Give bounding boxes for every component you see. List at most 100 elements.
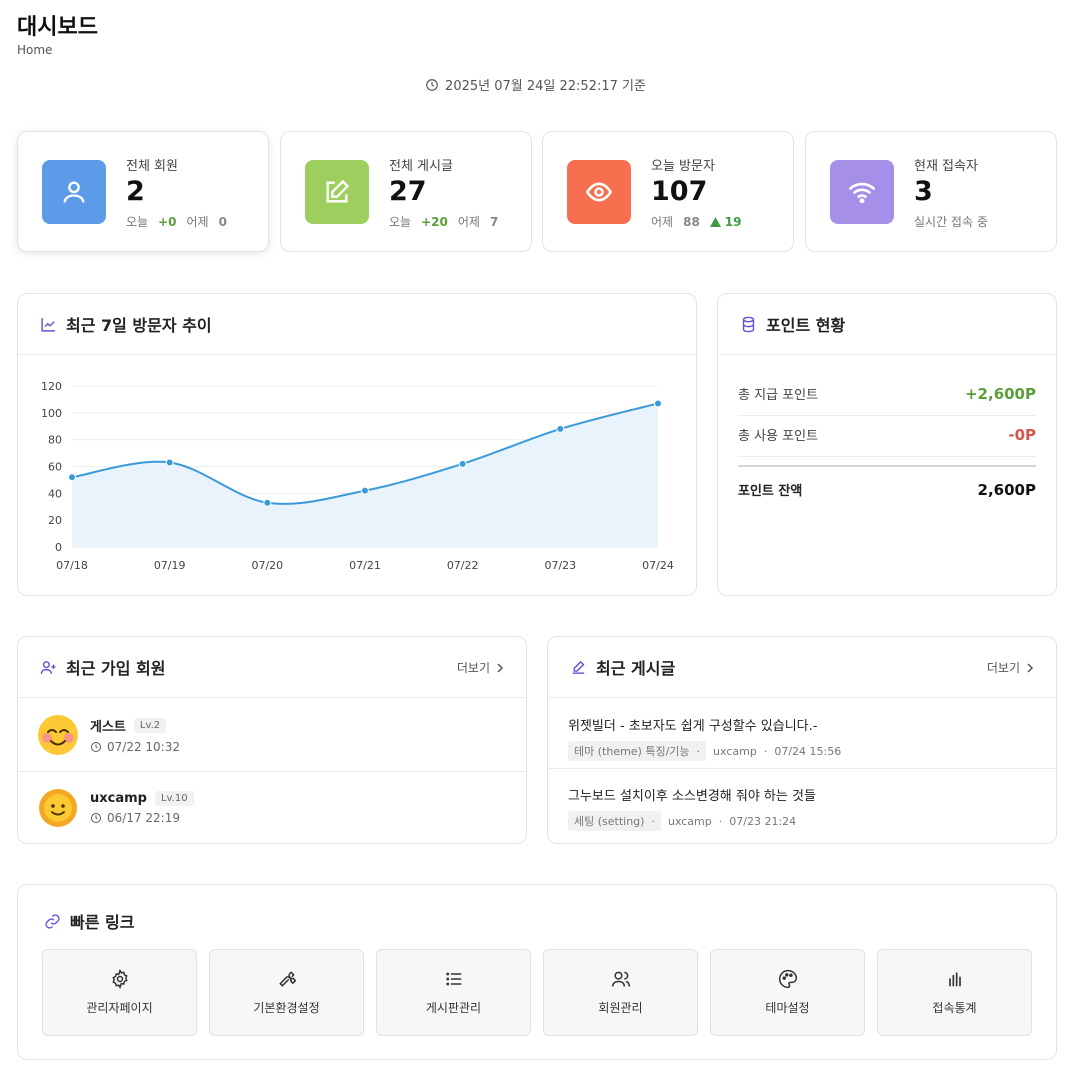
quick-links-header: 빠른 링크 [44,909,134,933]
points-label: 총 사용 포인트 [738,429,819,444]
stat-value: 3 [914,176,933,207]
member-date-text: 07/22 10:32 [107,740,180,754]
stat-label: 오늘 방문자 [651,159,715,174]
stat-sub-label: 오늘 [389,215,412,229]
points-panel: 포인트 현황 총 지급 포인트 +2,600P 총 사용 포인트 -0P 포인트… [717,293,1057,596]
level-badge: Lv.10 [154,791,194,806]
eye-icon [567,160,631,224]
points-value: +2,600P [964,384,1036,403]
stat-sub-value: 0 [218,214,227,229]
data-point [263,498,272,507]
recent-members-panel: 최근 가입 회원 더보기 게스트 Lv.2 07/22 10:32 uxcamp [17,636,527,844]
quick-link-theme[interactable]: 테마설정 [710,949,865,1036]
breadcrumb[interactable]: Home [17,43,52,57]
divider [548,768,1056,769]
post-category: 테마 (theme) 특징/기능 · [568,741,707,761]
meta-separator: · [718,814,723,828]
users-icon [611,971,630,987]
quick-link-admin[interactable]: 관리자페이지 [42,949,197,1036]
quick-link-label: 회원관리 [598,1001,643,1015]
points-value: -0P [1008,425,1036,444]
database-icon [742,316,755,332]
clock-icon [91,742,101,752]
data-point [654,399,662,408]
quick-link-members[interactable]: 회원관리 [543,949,698,1036]
user-icon [42,160,106,224]
post-meta: 테마 (theme) 특징/기능 · uxcamp · 07/24 15:56 [568,741,1036,761]
quick-link-label: 기본환경설정 [253,1001,320,1015]
y-tick-label: 0 [55,541,62,554]
stat-change: 19 [709,214,742,229]
panel-title: 포인트 현황 [766,316,846,335]
x-tick-label: 07/18 [56,559,88,572]
visitor-chart: 0 20 40 60 80 100 120 07/18 07/19 07/20 07/21 07/22… [41,380,674,572]
stat-card-members[interactable]: 전체 회원 2 오늘 +0 어제 0 [17,131,269,252]
panel-title: 최근 가입 회원 [66,659,166,678]
list-item[interactable]: 게스트 Lv.2 07/22 10:32 [18,699,526,771]
clock-icon [91,813,101,823]
smiling-face-icon [38,715,78,755]
stat-sub-label: 어제 [457,215,480,229]
panel-title: 최근 게시글 [596,659,676,678]
quick-link-config[interactable]: 기본환경설정 [209,949,364,1036]
panel-title: 최근 7일 방문자 추이 [66,316,212,335]
list-item[interactable]: 위젯빌더 - 초보자도 쉽게 구성할수 있습니다.- 테마 (theme) 특징… [568,715,1036,761]
quick-links-grid: 관리자페이지 기본환경설정 게시판관리 회원관리 테마설정 접속통계 [42,949,1032,1036]
member-date-text: 06/17 22:19 [107,811,180,825]
points-label: 포인트 잔액 [738,484,803,499]
timestamp-text: 2025년 07월 24일 22:52:17 기준 [445,79,646,94]
member-name-text: uxcamp [90,791,147,806]
y-tick-label: 120 [41,380,62,393]
member-name-text: 게스트 [90,720,126,735]
stat-change-value: 19 [724,214,742,229]
stat-sub: 실시간 접속 중 [914,213,988,230]
x-tick-label: 07/23 [544,559,576,572]
x-tick-label: 07/22 [447,559,479,572]
post-category: 세팅 (setting) · [568,811,661,831]
data-point [68,473,76,482]
post-meta: 세팅 (setting) · uxcamp · 07/23 21:24 [568,811,1036,831]
stat-sub-label: 오늘 [126,215,149,229]
chevron-right-icon [1027,662,1034,673]
area-fill [72,403,658,547]
x-tick-label: 07/24 [642,559,674,572]
post-author: uxcamp [667,814,712,828]
y-tick-label: 80 [48,434,62,447]
more-label: 더보기 [456,661,490,675]
stat-sub: 오늘 +20 어제 7 [389,213,498,230]
member-info: uxcamp Lv.10 06/17 22:19 [90,791,194,825]
stat-sub-value: 88 [683,214,700,229]
gear-icon [111,969,128,989]
post-title[interactable]: 위젯빌더 - 초보자도 쉽게 구성할수 있습니다.- [568,715,1036,734]
stat-value: 2 [126,176,145,207]
points-value: 2,600P [977,480,1036,499]
stat-card-posts[interactable]: 전체 게시글 27 오늘 +20 어제 7 [280,131,532,252]
points-row-issued: 총 지급 포인트 +2,600P [738,384,1036,404]
post-date: 07/23 21:24 [729,814,797,828]
quick-link-label: 관리자페이지 [86,1001,153,1015]
y-tick-label: 20 [48,514,62,527]
quick-link-stats[interactable]: 접속통계 [877,949,1032,1036]
points-row-used: 총 사용 포인트 -0P [738,425,1036,445]
stat-sub-value: 7 [489,214,499,229]
panel-header: 최근 게시글 [548,637,1056,698]
post-title[interactable]: 그누보드 설치이후 소스변경해 줘야 하는 것들 [568,785,1036,804]
stat-card-online[interactable]: 현재 접속자 3 실시간 접속 중 [805,131,1057,252]
y-tick-label: 40 [48,487,62,500]
clock-icon [426,78,438,91]
edit-icon [305,160,369,224]
data-point [458,459,467,468]
recent-posts-panel: 최근 게시글 더보기 위젯빌더 - 초보자도 쉽게 구성할수 있습니다.- 테마… [547,636,1057,844]
panel-header: 최근 7일 방문자 추이 [18,294,696,355]
stat-sub: 어제 88 19 [651,213,742,230]
quick-link-boards[interactable]: 게시판관리 [376,949,531,1036]
wrench-icon [278,971,296,987]
post-author: uxcamp [713,744,757,758]
more-link[interactable]: 더보기 [987,659,1034,676]
quick-link-label: 테마설정 [765,1001,810,1015]
list-item[interactable]: uxcamp Lv.10 06/17 22:19 [18,772,526,844]
more-link[interactable]: 더보기 [457,659,504,676]
chevron-right-icon [497,662,504,673]
stat-card-visitors[interactable]: 오늘 방문자 107 어제 88 19 [542,131,794,252]
list-item[interactable]: 그누보드 설치이후 소스변경해 줘야 하는 것들 세팅 (setting) · … [568,785,1036,831]
